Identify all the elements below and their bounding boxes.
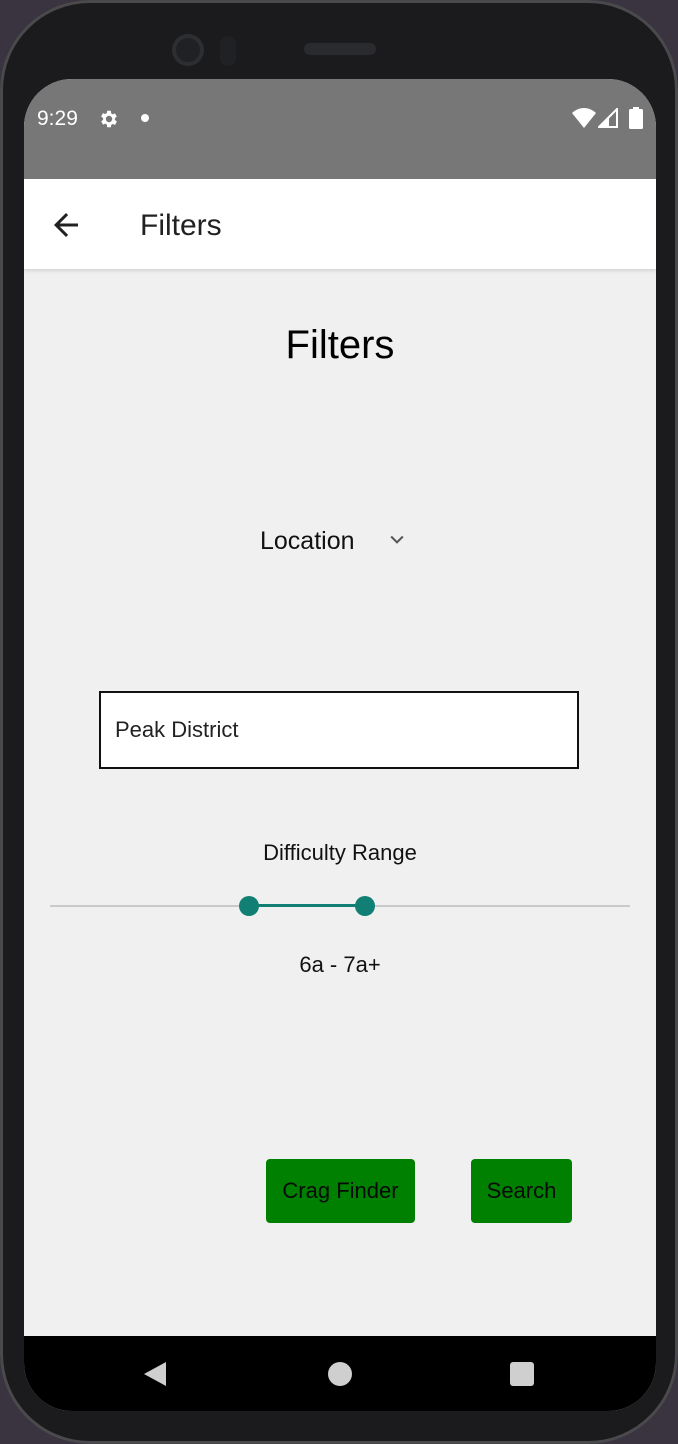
page-heading: Filters: [285, 323, 395, 367]
signal-icon: [596, 106, 618, 133]
nav-back-icon[interactable]: [144, 1362, 166, 1391]
screen: 9:29 Filters Filters Location Peak Distr…: [24, 79, 656, 1411]
location-dropdown-label: Location: [260, 526, 355, 555]
arrow-left-icon: [54, 213, 78, 237]
gear-icon: [98, 108, 120, 135]
app-bar: Filters: [24, 179, 656, 269]
slider-thumb-low[interactable]: [238, 896, 259, 916]
slider-thumb-high[interactable]: [354, 896, 375, 916]
back-button[interactable]: [48, 207, 84, 243]
front-camera: [172, 34, 204, 66]
difficulty-range-slider[interactable]: [50, 894, 630, 918]
nav-recents-icon[interactable]: [510, 1362, 534, 1386]
sensor: [220, 36, 236, 66]
app-bar-title: Filters: [140, 209, 222, 242]
location-dropdown[interactable]: Location: [260, 525, 407, 557]
notification-dot-icon: [141, 114, 149, 122]
nav-home-icon[interactable]: [328, 1362, 352, 1386]
phone-frame: 9:29 Filters Filters Location Peak Distr…: [0, 0, 678, 1444]
difficulty-range-label: Difficulty Range: [263, 840, 417, 865]
chevron-down-icon: [387, 529, 407, 554]
search-button[interactable]: Search: [471, 1159, 572, 1223]
status-bar: 9:29: [24, 79, 656, 179]
crag-finder-button[interactable]: Crag Finder: [266, 1159, 415, 1223]
earpiece-speaker: [304, 43, 376, 55]
location-input[interactable]: Peak District: [99, 691, 579, 769]
navigation-bar: [24, 1336, 656, 1411]
difficulty-range-value: 6a - 7a+: [299, 952, 381, 977]
battery-icon: [629, 107, 643, 134]
status-time: 9:29: [37, 107, 78, 130]
wifi-icon: [572, 108, 596, 133]
slider-active-track: [248, 904, 365, 907]
